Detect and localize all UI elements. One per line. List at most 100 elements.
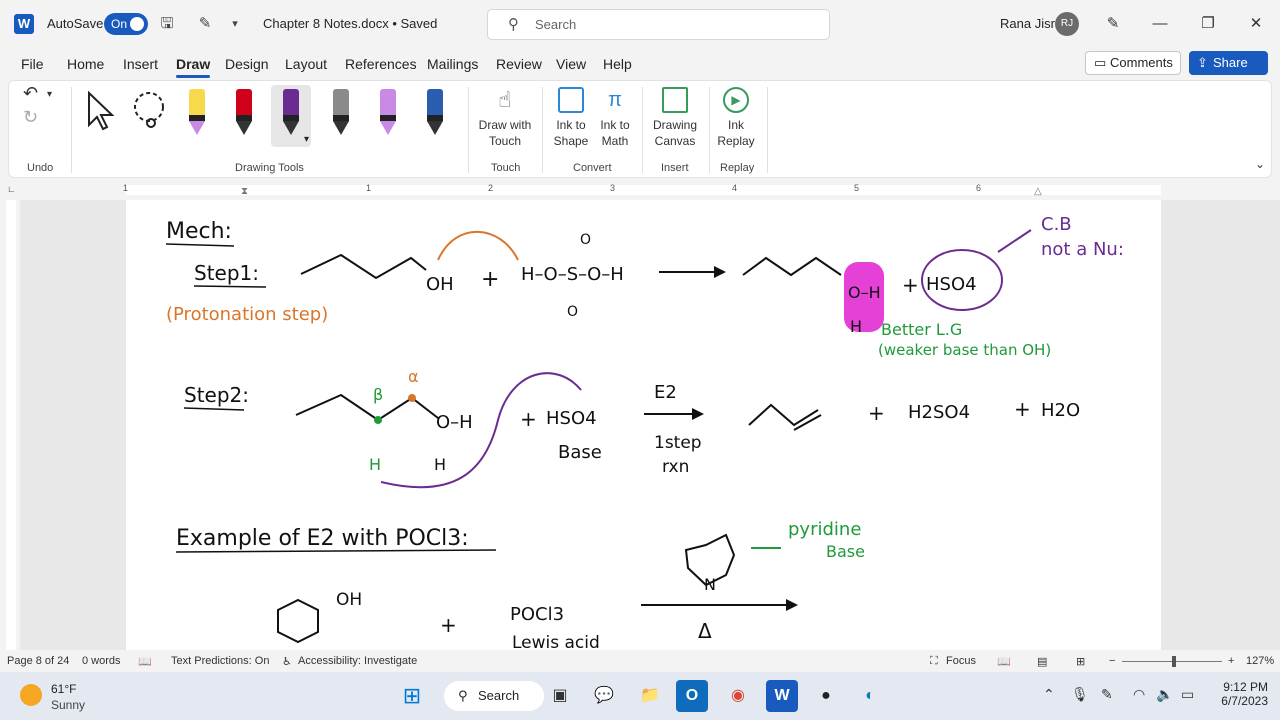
redo-icon[interactable]: ↻ bbox=[23, 108, 38, 126]
user-name[interactable]: Rana Jisr bbox=[1000, 16, 1055, 31]
right-indent-marker-icon[interactable]: △ bbox=[1034, 186, 1042, 197]
search-box[interactable]: ⚲ Search bbox=[487, 9, 830, 40]
oh-1: OH bbox=[426, 274, 454, 295]
tray-chevron-icon[interactable]: ⌃ bbox=[1043, 686, 1055, 703]
proofing-icon[interactable]: 📖 bbox=[138, 655, 152, 668]
teams-chat-icon[interactable]: 💬 bbox=[588, 680, 620, 712]
tab-draw[interactable]: Draw bbox=[176, 56, 211, 78]
save-icon[interactable]: 🖫 bbox=[157, 14, 177, 34]
edit-icon[interactable]: ✎ bbox=[195, 14, 215, 34]
tab-mailings[interactable]: Mailings bbox=[427, 56, 478, 72]
tab-file[interactable]: File bbox=[21, 56, 44, 72]
pen-red[interactable] bbox=[224, 89, 264, 139]
tab-selector-icon[interactable]: ∟ bbox=[7, 184, 16, 194]
microphone-icon[interactable]: 🎙 bbox=[1071, 686, 1089, 703]
pen-galaxy[interactable] bbox=[415, 89, 455, 139]
group-label-drawing-tools: Drawing Tools bbox=[235, 162, 304, 174]
pen-settings-icon[interactable]: ✎ bbox=[1098, 10, 1128, 38]
lasso-select-icon[interactable] bbox=[129, 89, 173, 137]
focus-mode[interactable]: Focus bbox=[946, 655, 976, 667]
file-explorer-icon[interactable]: 📁 bbox=[634, 680, 666, 712]
comments-button[interactable]: ▭ Comments bbox=[1085, 51, 1181, 75]
word-count[interactable]: 0 words bbox=[82, 655, 121, 667]
ruler-number: 2 bbox=[488, 183, 494, 193]
divider bbox=[468, 87, 469, 173]
accessibility-status[interactable]: Accessibility: Investigate bbox=[298, 655, 417, 667]
step1-label: Step1: bbox=[194, 261, 259, 285]
ink-to-math-button[interactable]: π Ink to Math bbox=[595, 87, 635, 149]
ribbon: ↶ ▾ ↻ Undo ▾ Drawing Tools ☝ Draw with T… bbox=[8, 80, 1272, 178]
weather-condition[interactable]: Sunny bbox=[51, 698, 85, 712]
tab-help[interactable]: Help bbox=[603, 56, 632, 72]
tab-layout[interactable]: Layout bbox=[285, 56, 327, 72]
undo-icon[interactable]: ↶ bbox=[23, 84, 38, 102]
share-button[interactable]: ⇪ Share bbox=[1189, 51, 1268, 75]
document-title[interactable]: Chapter 8 Notes.docx • Saved bbox=[263, 16, 437, 31]
autosave-toggle[interactable]: On bbox=[104, 13, 148, 35]
highlighter-violet[interactable] bbox=[368, 89, 408, 139]
tab-view[interactable]: View bbox=[556, 56, 586, 72]
read-mode-icon[interactable]: 📖 bbox=[997, 655, 1011, 668]
avatar[interactable]: RJ bbox=[1055, 12, 1079, 36]
drawing-canvas-button[interactable]: Drawing Canvas bbox=[649, 87, 701, 149]
page-count[interactable]: Page 8 of 24 bbox=[7, 655, 69, 667]
document-area[interactable]: Mech: Step1: (Protonation step) OH + H–O… bbox=[20, 200, 1280, 650]
pen-highlighter-yellow[interactable] bbox=[177, 89, 217, 139]
print-layout-icon[interactable]: ▤ bbox=[1037, 655, 1047, 668]
protonated-oh: O–H bbox=[848, 283, 881, 302]
ruler-number: 1 bbox=[123, 183, 129, 193]
chrome-icon[interactable]: ◉ bbox=[722, 680, 754, 712]
ink-replay-button[interactable]: ▶ Ink Replay bbox=[715, 87, 757, 149]
obs-icon[interactable]: ● bbox=[810, 680, 842, 712]
undo-dropdown-icon[interactable]: ▾ bbox=[47, 87, 52, 103]
word-taskbar-icon[interactable]: W bbox=[766, 680, 798, 712]
alpha-label: α bbox=[408, 367, 419, 386]
zoom-slider-knob[interactable] bbox=[1172, 656, 1176, 667]
weather-temp[interactable]: 61°F bbox=[51, 682, 76, 696]
horizontal-ruler: ∟ 1 1 2 3 4 5 6 ⧗ △ bbox=[0, 180, 1280, 200]
tab-design[interactable]: Design bbox=[225, 56, 269, 72]
battery-icon[interactable]: ▭ bbox=[1181, 686, 1194, 703]
tab-review[interactable]: Review bbox=[496, 56, 542, 72]
volume-icon[interactable]: 🔈 bbox=[1156, 686, 1173, 703]
task-view-icon[interactable]: ▣ bbox=[544, 680, 576, 712]
text-predictions[interactable]: Text Predictions: On bbox=[171, 655, 269, 667]
vertical-ruler-strip bbox=[6, 200, 16, 650]
system-clock[interactable]: 9:12 PM 6/7/2023 bbox=[1218, 680, 1268, 708]
document-page[interactable]: Mech: Step1: (Protonation step) OH + H–O… bbox=[126, 200, 1161, 650]
pen-menu-icon[interactable]: ✎ bbox=[1101, 686, 1113, 703]
indent-marker-icon[interactable]: ⧗ bbox=[241, 186, 248, 197]
tab-references[interactable]: References bbox=[345, 56, 417, 72]
close-icon[interactable]: ✕ bbox=[1241, 10, 1271, 38]
pen-purple[interactable]: ▾ bbox=[271, 85, 311, 147]
ruler-number: 5 bbox=[854, 183, 860, 193]
pen-gray[interactable] bbox=[321, 89, 361, 139]
wifi-icon[interactable]: ◠ bbox=[1133, 686, 1145, 703]
draw-with-touch-button[interactable]: ☝ Draw with Touch bbox=[475, 87, 535, 149]
draw-with-touch-label: Draw with bbox=[478, 118, 532, 132]
select-cursor-icon[interactable] bbox=[85, 89, 117, 137]
zoom-level[interactable]: 127% bbox=[1246, 655, 1274, 667]
outlook-icon[interactable]: O bbox=[676, 680, 708, 712]
restore-icon[interactable]: ❐ bbox=[1193, 10, 1223, 38]
ink-replay-icon: ▶ bbox=[723, 87, 749, 113]
collapse-ribbon-chevron-icon[interactable]: ⌄ bbox=[1255, 157, 1265, 171]
ink-to-shape-label-2: Shape bbox=[553, 134, 589, 148]
minimize-icon[interactable]: — bbox=[1145, 10, 1175, 38]
web-layout-icon[interactable]: ⊞ bbox=[1076, 655, 1085, 668]
acid-bottom-o: O bbox=[567, 304, 578, 320]
taskbar-search[interactable]: ⚲ Search bbox=[444, 681, 544, 711]
edge-icon[interactable]: ◐ bbox=[854, 680, 886, 712]
pyridine-label: pyridine bbox=[788, 519, 861, 540]
zoom-in-icon[interactable]: + bbox=[1228, 655, 1234, 667]
start-windows-icon[interactable]: ⊞ bbox=[396, 680, 428, 712]
sun-icon[interactable] bbox=[20, 684, 42, 706]
pen-options-chevron-icon[interactable]: ▾ bbox=[304, 134, 309, 145]
tab-insert[interactable]: Insert bbox=[123, 56, 158, 72]
zoom-out-icon[interactable]: − bbox=[1109, 655, 1115, 667]
clock-date: 6/7/2023 bbox=[1221, 694, 1268, 708]
heading-mech: Mech: bbox=[166, 219, 232, 244]
customize-chevron-icon[interactable]: ▾ bbox=[225, 14, 245, 34]
tab-home[interactable]: Home bbox=[67, 56, 104, 72]
ink-to-shape-button[interactable]: Ink to Shape bbox=[549, 87, 593, 149]
